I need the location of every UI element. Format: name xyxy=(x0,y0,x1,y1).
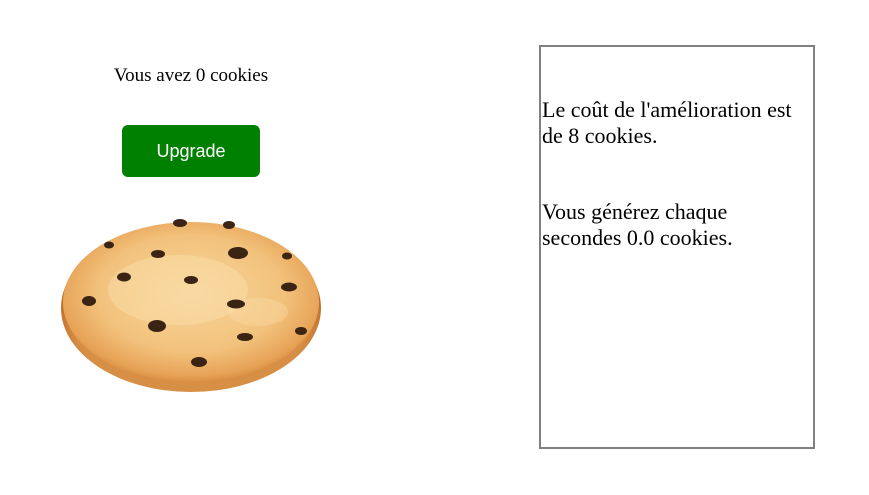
upgrade-cost-text: Le coût de l'amélioration est de 8 cooki… xyxy=(542,97,792,148)
cookie-count-label: Vous avez 0 cookies xyxy=(113,65,269,86)
cookie-icon[interactable] xyxy=(58,212,324,396)
game-area: Vous avez 0 cookies Upgrade xyxy=(0,0,380,495)
info-panel: Le coût de l'amélioration est de 8 cooki… xyxy=(539,45,815,449)
upgrade-button[interactable]: Upgrade xyxy=(122,125,260,177)
generation-rate-text: Vous générez chaque secondes 0.0 cookies… xyxy=(542,199,733,250)
cookie-clicker[interactable] xyxy=(58,212,324,396)
